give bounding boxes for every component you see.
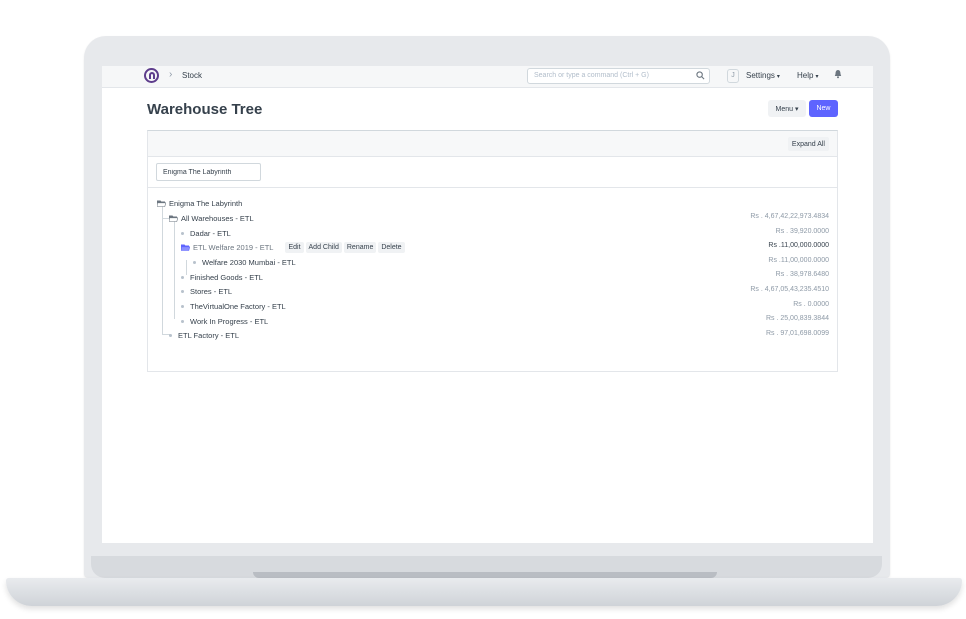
add-child-button[interactable]: Add Child	[305, 241, 342, 253]
tree-node-label: ETL Factory - ETL	[178, 330, 239, 340]
tree-node-label: Dadar - ETL	[190, 228, 231, 238]
chevron-right-icon: ›	[169, 69, 173, 80]
app-screen: › Stock Search or type a command (Ctrl +…	[102, 66, 873, 543]
leaf-bullet-icon	[181, 289, 184, 293]
delete-button[interactable]: Delete	[378, 241, 405, 253]
menu-button[interactable]: Menu ▾	[768, 100, 806, 117]
warehouse-tree: Enigma The Labyrinth All Warehouses - ET…	[148, 188, 837, 368]
tree-node-label: ETL Welfare 2019 - ETL	[193, 242, 274, 252]
tree-node-label: All Warehouses - ETL	[181, 213, 254, 223]
folder-open-icon	[181, 244, 190, 251]
balance-value: Rs . 39,920.0000	[775, 228, 829, 235]
balance-value: Rs . 4,67,42,22,973.4834	[750, 213, 829, 220]
tree-node[interactable]: Stores - ETL	[181, 285, 232, 297]
tree-node[interactable]: Finished Goods - ETL	[181, 271, 263, 283]
tree-node[interactable]: All Warehouses - ETL	[169, 212, 254, 224]
leaf-bullet-icon	[181, 231, 184, 235]
filter-row	[148, 157, 837, 188]
tree-node-root[interactable]: Enigma The Labyrinth	[157, 197, 242, 209]
leaf-bullet-icon	[181, 304, 184, 308]
app-logo-icon[interactable]	[144, 68, 159, 83]
balance-value: Rs . 25,00,839.3844	[765, 315, 829, 322]
balance-value: Rs . 0.0000	[793, 301, 829, 308]
balance-value: Rs .11,00,000.0000	[768, 257, 829, 264]
laptop-base	[6, 578, 962, 606]
expand-all-button[interactable]: Expand All	[787, 137, 829, 151]
bell-icon[interactable]	[834, 69, 842, 79]
tree-node[interactable]: TheVirtualOne Factory - ETL	[181, 300, 286, 312]
tree-node[interactable]: Welfare 2030 Mumbai - ETL	[193, 256, 296, 268]
leaf-bullet-icon	[181, 319, 184, 323]
new-button[interactable]: New	[809, 100, 838, 117]
tree-node-label: TheVirtualOne Factory - ETL	[190, 301, 286, 311]
balance-value: Rs .11,00,000.0000	[768, 242, 829, 249]
leaf-bullet-icon	[181, 275, 184, 279]
tree-node-label: Enigma The Labyrinth	[169, 198, 243, 208]
folder-open-icon	[157, 200, 166, 207]
balance-value: Rs . 38,978.6480	[775, 271, 829, 278]
tree-node-label: Finished Goods - ETL	[190, 272, 263, 282]
search-placeholder: Search or type a command (Ctrl + G)	[534, 72, 649, 79]
navbar: › Stock Search or type a command (Ctrl +…	[102, 66, 873, 88]
breadcrumb-stock[interactable]: Stock	[182, 71, 202, 80]
settings-label: Settings	[746, 71, 775, 80]
folder-open-icon	[169, 215, 178, 222]
help-label: Help	[797, 71, 814, 80]
edit-button[interactable]: Edit	[285, 241, 304, 253]
company-filter-input[interactable]	[156, 163, 261, 181]
tree-panel: Expand All Enigma The Labyrinth All Ware…	[147, 130, 838, 372]
tree-node-label: Work In Progress - ETL	[190, 316, 269, 326]
tree-node-label: Welfare 2030 Mumbai - ETL	[202, 257, 296, 267]
tree-node-selected[interactable]: ETL Welfare 2019 - ETL Edit Add Child Re…	[181, 241, 405, 253]
tree-toolbar: Expand All	[148, 131, 837, 157]
balance-value: Rs . 4,67,05,43,235.4510	[750, 286, 829, 293]
tree-node[interactable]: Work In Progress - ETL	[181, 315, 268, 327]
help-dropdown[interactable]: Help ▾	[797, 71, 818, 80]
tree-connector	[174, 217, 175, 319]
tree-node[interactable]: ETL Factory - ETL	[169, 329, 239, 341]
leaf-bullet-icon	[169, 333, 172, 337]
user-avatar[interactable]: J	[727, 69, 739, 83]
page-title: Warehouse Tree	[147, 101, 263, 118]
node-action-bar: Edit Add Child Rename Delete	[285, 241, 405, 253]
caret-down-icon: ▾	[776, 74, 780, 80]
search-input[interactable]: Search or type a command (Ctrl + G)	[527, 68, 710, 84]
tree-node[interactable]: Dadar - ETL	[181, 227, 231, 239]
settings-dropdown[interactable]: Settings ▾	[746, 71, 780, 80]
tree-connector	[162, 202, 163, 334]
rename-button[interactable]: Rename	[343, 241, 377, 253]
search-icon	[696, 71, 705, 80]
caret-down-icon: ▾	[794, 105, 799, 113]
tree-node-label: Stores - ETL	[190, 286, 233, 296]
leaf-bullet-icon	[193, 260, 196, 264]
balance-value: Rs . 97,01,698.0099	[765, 330, 829, 337]
menu-label: Menu	[775, 105, 794, 113]
caret-down-icon: ▾	[815, 74, 819, 80]
